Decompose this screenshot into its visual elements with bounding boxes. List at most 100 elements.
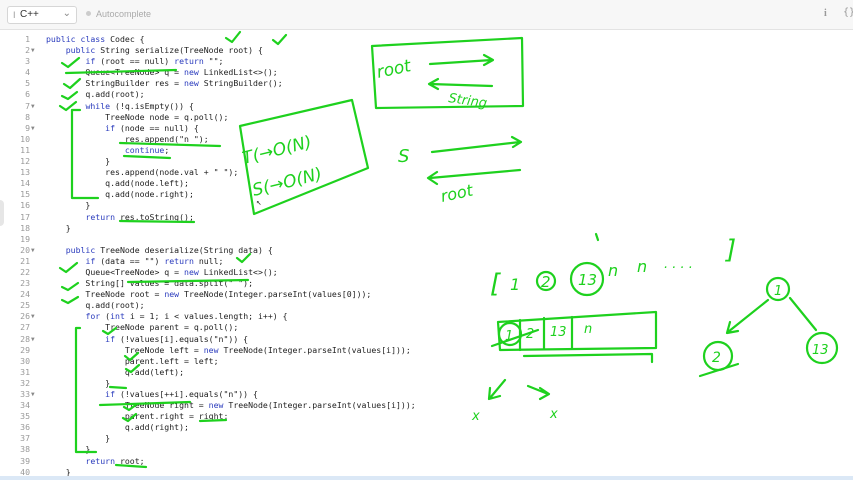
code-line[interactable]: String[] values = data.split(" "); xyxy=(46,278,416,289)
code-line[interactable]: Queue<TreeNode> q = new LinkedList<>(); xyxy=(46,267,416,278)
code-line[interactable]: return res.toString(); xyxy=(46,212,416,223)
fold-arrow-icon[interactable]: ▼ xyxy=(31,101,41,112)
line-number: 29 xyxy=(20,344,30,355)
line-number: 37 xyxy=(20,433,30,444)
line-number: 39 xyxy=(20,455,30,466)
line-number: 1 xyxy=(25,34,30,44)
line-number: 5 xyxy=(25,78,30,89)
line-number: 35 xyxy=(20,411,30,422)
language-select-value: C++ xyxy=(20,9,39,20)
format-code-icon[interactable]: {} xyxy=(843,7,853,18)
fold-arrow-icon[interactable]: ▼ xyxy=(31,123,41,134)
code-line[interactable]: parent.right = right; xyxy=(46,411,416,422)
active-line-highlight xyxy=(0,476,853,480)
toggle-dot-icon xyxy=(86,11,91,16)
code-line[interactable]: TreeNode root = new TreeNode(Integer.par… xyxy=(46,289,416,300)
code-line[interactable]: for (int i = 1; i < values.length; i++) … xyxy=(46,311,416,322)
line-number: 12 xyxy=(20,156,30,167)
code-line[interactable]: q.add(right); xyxy=(46,422,416,433)
code-line[interactable]: TreeNode right = new TreeNode(Integer.pa… xyxy=(46,400,416,411)
code-line[interactable]: if (!values[++i].equals("n")) { xyxy=(46,389,416,400)
code-line[interactable]: } xyxy=(46,223,416,234)
code-line[interactable]: while (!q.isEmpty()) { xyxy=(46,101,416,112)
code-line[interactable]: q.add(node.right); xyxy=(46,189,416,200)
autocomplete-toggle[interactable]: Autocomplete xyxy=(86,9,151,19)
fold-gutter: ▼ ▼ ▼ ▼ ▼ ▼ ▼ xyxy=(31,34,41,478)
editor-toolbar: I C++ ⌄ Autocomplete i {} xyxy=(0,0,853,30)
code-line[interactable]: res.append(node.val + " "); xyxy=(46,167,416,178)
code-line[interactable]: Queue<TreeNode> q = new LinkedList<>(); xyxy=(46,67,416,78)
code-line[interactable]: StringBuilder res = new StringBuilder(); xyxy=(46,78,416,89)
fold-arrow-icon[interactable]: ▼ xyxy=(31,334,41,345)
code-line[interactable]: parent.left = left; xyxy=(46,356,416,367)
info-icon[interactable]: i xyxy=(824,8,827,19)
code-editor[interactable]: 1 2 3 4 5 6 7 8 9 10 11 12 13 14 15 16 17 18 19 20 21 22 23 24 2… xyxy=(0,30,853,480)
code-line[interactable]: TreeNode parent = q.poll(); xyxy=(46,322,416,333)
fold-arrow-icon[interactable]: ▼ xyxy=(31,245,41,256)
line-number: 36 xyxy=(20,422,30,433)
code-line[interactable]: } xyxy=(46,444,416,455)
code-line[interactable]: TreeNode node = q.poll(); xyxy=(46,112,416,123)
line-number-gutter: 1 2 3 4 5 6 7 8 9 10 11 12 13 14 15 16 17 18 19 20 21 22 23 24 2… xyxy=(0,34,30,478)
code-line[interactable]: if (!values[i].equals("n")) { xyxy=(46,334,416,345)
code-line[interactable]: } xyxy=(46,433,416,444)
code-line[interactable]: public TreeNode deserialize(String data)… xyxy=(46,245,416,256)
code-line[interactable]: if (data == "") return null; xyxy=(46,256,416,267)
code-line[interactable]: q.add(left); xyxy=(46,367,416,378)
code-line[interactable]: q.add(root); xyxy=(46,300,416,311)
line-number: 38 xyxy=(20,444,30,455)
fold-arrow-icon[interactable]: ▼ xyxy=(31,311,41,322)
line-number: 4 xyxy=(25,67,30,78)
line-number: 30 xyxy=(20,355,30,366)
code-line[interactable]: continue; xyxy=(46,145,416,156)
code-line[interactable]: q.add(root); xyxy=(46,89,416,100)
line-number: 23 xyxy=(20,278,30,289)
line-number: 17 xyxy=(20,211,30,222)
code-line[interactable]: public class Codec { xyxy=(46,34,416,45)
code-line[interactable]: res.append("n "); xyxy=(46,134,416,145)
line-number: 11 xyxy=(20,144,30,155)
code-line[interactable]: } xyxy=(46,200,416,211)
fold-arrow-icon[interactable]: ▼ xyxy=(31,45,41,56)
code-line[interactable]: } xyxy=(46,156,416,167)
line-number: 14 xyxy=(20,178,30,189)
line-number: 21 xyxy=(20,255,30,266)
fold-arrow-icon[interactable]: ▼ xyxy=(31,389,41,400)
code-line[interactable]: q.add(node.left); xyxy=(46,178,416,189)
line-number: 22 xyxy=(20,266,30,277)
line-number: 18 xyxy=(20,222,30,233)
line-number: 24 xyxy=(20,289,30,300)
line-number: 8 xyxy=(25,111,30,122)
code-line[interactable] xyxy=(46,234,416,245)
line-number: 13 xyxy=(20,167,30,178)
code-line[interactable]: return root; xyxy=(46,456,416,467)
scroll-handle[interactable] xyxy=(0,200,4,226)
code-line[interactable]: public String serialize(TreeNode root) { xyxy=(46,45,416,56)
line-number: 32 xyxy=(20,377,30,388)
line-number: 33 xyxy=(20,389,30,399)
language-select[interactable]: I C++ ⌄ xyxy=(7,6,77,24)
code-area[interactable]: public class Codec { public String seria… xyxy=(46,34,416,478)
code-line[interactable]: if (root == null) return ""; xyxy=(46,56,416,67)
line-number: 26 xyxy=(20,311,30,322)
code-line[interactable]: } xyxy=(46,378,416,389)
code-line[interactable]: if (node == null) { xyxy=(46,123,416,134)
code-line[interactable]: TreeNode left = new TreeNode(Integer.par… xyxy=(46,345,416,356)
